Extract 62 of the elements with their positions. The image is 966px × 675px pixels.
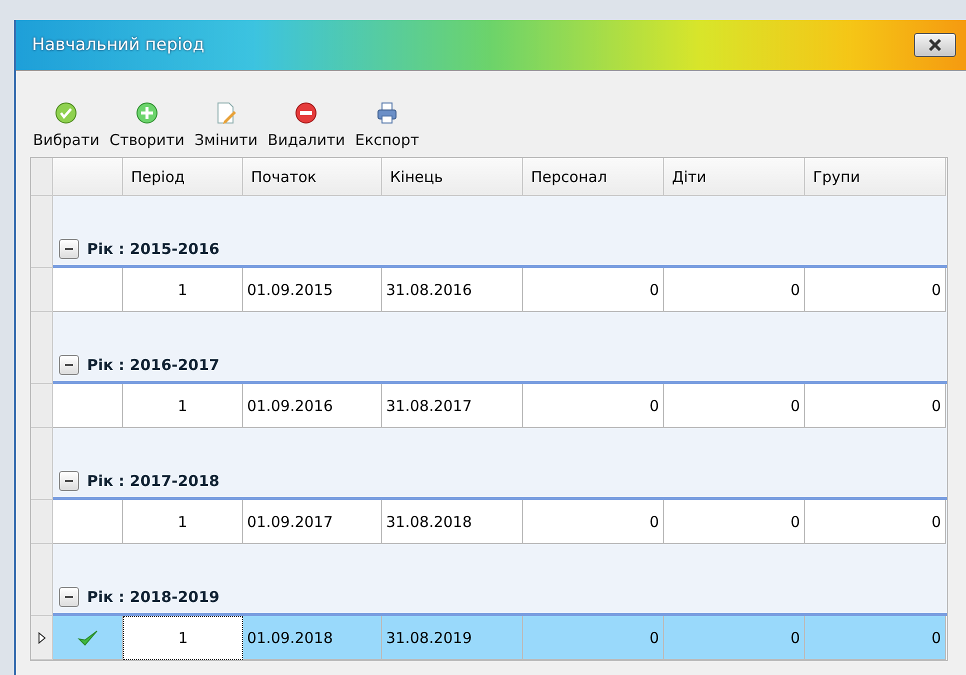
table-cell: 1: [123, 268, 243, 312]
column-header[interactable]: Кінець: [382, 158, 523, 196]
row-indicator-header: [31, 158, 53, 196]
table-cell: 01.09.2017: [243, 500, 382, 544]
table-cell: 0: [523, 384, 664, 428]
row-indicator-cell: [31, 196, 53, 268]
toolbar-button[interactable]: Створити: [106, 101, 188, 149]
collapse-toggle[interactable]: [59, 239, 79, 259]
table-cell: 1: [123, 384, 243, 428]
table-cell: [53, 500, 123, 544]
column-header[interactable]: Період: [123, 158, 243, 196]
table-cell: 31.08.2018: [382, 500, 523, 544]
toolbar-button[interactable]: Вибрати: [30, 101, 102, 149]
toolbar-button[interactable]: Експорт: [352, 101, 422, 149]
group-label: Рік : 2018-2019: [87, 587, 220, 607]
table-cell: 0: [805, 268, 946, 312]
table-cell: 0: [805, 384, 946, 428]
table-cell: 0: [805, 500, 946, 544]
table-cell: 31.08.2019: [382, 616, 523, 660]
row-indicator-cell: [31, 428, 53, 500]
table-cell: 1: [123, 616, 243, 660]
printer-icon: [375, 101, 400, 125]
table-cell: 01.09.2016: [243, 384, 382, 428]
table-cell: 0: [664, 384, 805, 428]
table-cell: 0: [664, 616, 805, 660]
table-cell: 0: [664, 268, 805, 312]
table-cell: 31.08.2017: [382, 384, 523, 428]
group-label: Рік : 2016-2017: [87, 355, 220, 375]
collapse-toggle[interactable]: [59, 471, 79, 491]
table-cell: 0: [523, 500, 664, 544]
row-indicator-cell: [31, 500, 53, 544]
table-cell: 1: [123, 500, 243, 544]
collapse-toggle[interactable]: [59, 587, 79, 607]
group-label: Рік : 2017-2018: [87, 471, 220, 491]
table-cell: 01.09.2015: [243, 268, 382, 312]
close-icon: [927, 39, 943, 51]
row-pointer-icon: [38, 632, 46, 644]
table-cell: 0: [664, 500, 805, 544]
table-cell: 0: [523, 616, 664, 660]
row-indicator-cell: [31, 384, 53, 428]
plus-circle-icon: [135, 101, 159, 125]
table-cell: 0: [523, 268, 664, 312]
window-title: Навчальний період: [32, 35, 204, 55]
column-header[interactable]: Початок: [243, 158, 382, 196]
column-header[interactable]: Діти: [664, 158, 805, 196]
table-cell: [53, 384, 123, 428]
toolbar-button[interactable]: Видалити: [264, 101, 348, 149]
column-header[interactable]: Персонал: [523, 158, 664, 196]
column-header: [53, 158, 123, 196]
collapse-toggle[interactable]: [59, 355, 79, 375]
table-cell: 0: [805, 616, 946, 660]
column-header[interactable]: Групи: [805, 158, 946, 196]
table-cell: [53, 268, 123, 312]
row-indicator-cell: [31, 312, 53, 384]
check-circle-icon: [54, 101, 78, 125]
group-label: Рік : 2015-2016: [87, 239, 220, 259]
toolbar-button[interactable]: Змінити: [192, 101, 261, 149]
table-cell: 01.09.2018: [243, 616, 382, 660]
minus-circle-icon: [294, 101, 318, 125]
close-button[interactable]: [914, 33, 956, 57]
row-indicator-cell: [31, 268, 53, 312]
table-cell: 31.08.2016: [382, 268, 523, 312]
